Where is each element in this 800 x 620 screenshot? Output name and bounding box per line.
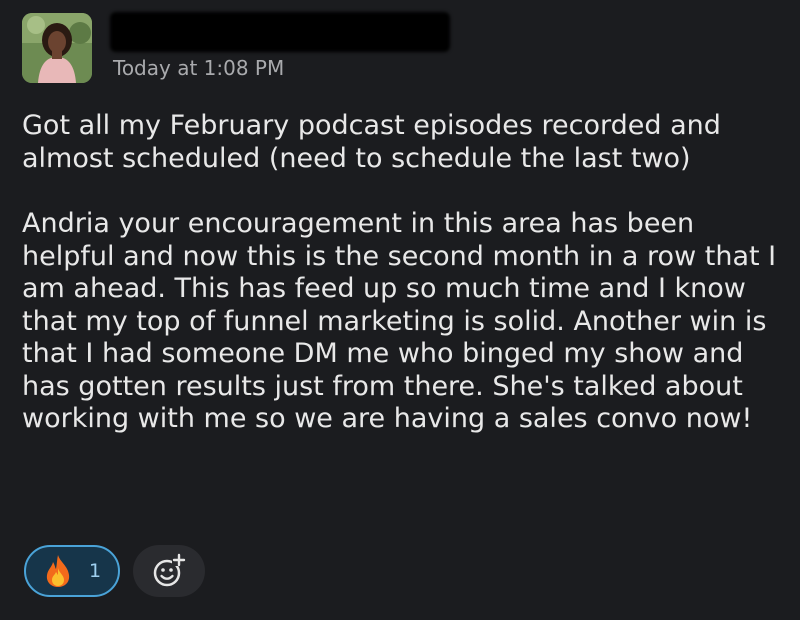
add-reaction-button[interactable]	[133, 545, 205, 597]
author-name-redacted	[110, 12, 450, 52]
message: Today at 1:08 PM Got all my February pod…	[0, 0, 800, 620]
avatar[interactable]	[22, 13, 92, 83]
avatar-image	[22, 13, 92, 83]
message-paragraph: Got all my February podcast episodes rec…	[22, 110, 721, 174]
timestamp: Today at 1:08 PM	[113, 56, 285, 80]
reaction-fire[interactable]: 1	[24, 545, 120, 597]
message-body: Got all my February podcast episodes rec…	[22, 110, 787, 436]
fire-icon	[43, 554, 73, 588]
message-paragraph: Andria your encouragement in this area h…	[22, 208, 777, 434]
add-reaction-icon	[153, 553, 186, 587]
reaction-count: 1	[89, 560, 102, 582]
